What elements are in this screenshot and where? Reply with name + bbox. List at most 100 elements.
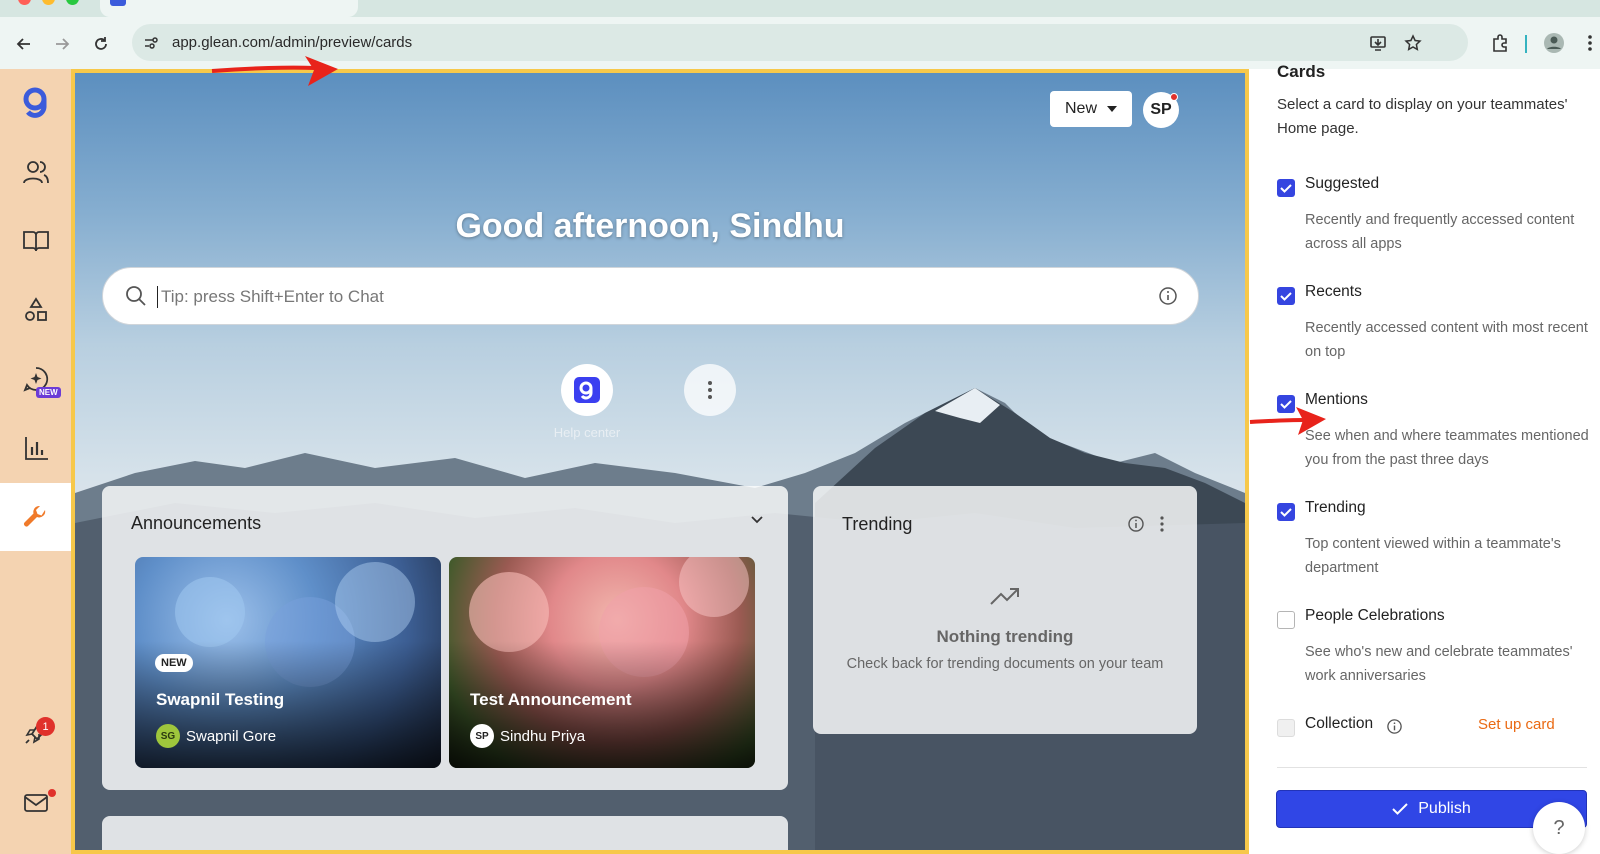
notification-dot [1170, 93, 1178, 101]
browser-menu-button[interactable] [1578, 31, 1600, 55]
author-avatar: SP [470, 724, 494, 748]
sidebar-item-insights[interactable] [0, 414, 71, 482]
puzzle-icon [1493, 34, 1507, 52]
announcements-card: Announcements NEW Swapnil Testing SG Swa… [102, 486, 788, 790]
announcement-item[interactable]: NEW Swapnil Testing SG Swapnil Gore [135, 557, 441, 768]
trending-title: Trending [842, 514, 913, 534]
announcement-author: SP Sindhu Priya [470, 724, 585, 748]
bookmark-star-icon[interactable] [1402, 32, 1424, 54]
help-center-shortcut[interactable] [561, 364, 613, 416]
trending-description: Top content viewed within a teammate's d… [1305, 536, 1561, 576]
help-button[interactable]: ? [1533, 802, 1585, 854]
recents-label: Recents [1305, 283, 1362, 300]
suggested-description: Recently and frequently accessed content… [1305, 212, 1575, 252]
glean-logo-icon [23, 87, 46, 118]
user-avatar-initials: SP [1150, 101, 1172, 118]
forward-button[interactable] [49, 31, 75, 57]
toolbar-separator [1525, 35, 1527, 53]
people-celebrations-label: People Celebrations [1305, 607, 1445, 624]
kebab-menu-icon[interactable] [1159, 515, 1165, 533]
suggested-checkbox[interactable] [1277, 179, 1295, 197]
announcements-title: Announcements [131, 513, 262, 533]
cards-panel-title: Cards [1277, 62, 1326, 81]
url-text[interactable]: app.glean.com/admin/preview/cards [172, 34, 412, 51]
set-up-card-link[interactable]: Set up card [1478, 716, 1555, 733]
announcement-item[interactable]: Test Announcement SP Sindhu Priya [449, 557, 755, 768]
kebab-menu-icon [1588, 35, 1592, 51]
maximize-window-dot[interactable] [66, 0, 79, 5]
back-button[interactable] [11, 31, 37, 57]
cards-settings-panel: Cards Select a card to display on your t… [1249, 62, 1600, 854]
announcement-title: Test Announcement [470, 690, 632, 709]
people-icon [22, 161, 49, 184]
sidebar-item-assistant[interactable]: NEW [0, 345, 71, 413]
recents-checkbox[interactable] [1277, 287, 1295, 305]
announcement-title: Swapnil Testing [156, 690, 285, 709]
minimize-window-dot[interactable] [42, 0, 55, 5]
shapes-icon [24, 297, 47, 321]
sidebar-item-whats-new[interactable]: 1 [0, 699, 71, 767]
chevron-down-icon[interactable] [750, 512, 764, 526]
sidebar-item-admin[interactable] [0, 483, 71, 551]
info-icon[interactable] [1386, 718, 1403, 735]
unread-dot [48, 789, 56, 797]
flower-petal-shape [175, 577, 245, 647]
reload-icon [95, 37, 107, 50]
kebab-menu-icon [708, 381, 712, 399]
checkmark-icon [1280, 292, 1292, 301]
people-celebrations-description: See who's new and celebrate teammates' w… [1305, 644, 1573, 684]
new-button-label: New [1064, 100, 1097, 117]
browser-tab-active[interactable] [100, 0, 358, 17]
next-card-partial [102, 816, 788, 850]
trending-card: Trending Nothing trending Check back for… [813, 486, 1197, 734]
search-bar[interactable] [102, 267, 1199, 325]
annotation-arrow-icon [211, 56, 338, 86]
trending-checkbox[interactable] [1277, 503, 1295, 521]
checkmark-icon [1280, 508, 1292, 517]
site-settings-icon[interactable] [140, 32, 162, 54]
profile-button[interactable] [1542, 31, 1566, 55]
people-celebrations-checkbox[interactable] [1277, 611, 1295, 629]
flower-petal-shape [469, 572, 549, 652]
info-icon[interactable] [1127, 515, 1145, 533]
trending-empty-hint: Check back for trending documents on you… [846, 656, 1164, 672]
author-name: Sindhu Priya [500, 727, 586, 745]
publish-label: Publish [1418, 800, 1471, 817]
extensions-button[interactable] [1488, 31, 1512, 55]
notification-count-badge: 1 [36, 717, 55, 736]
mail-icon [23, 794, 48, 812]
book-icon [22, 231, 49, 252]
glean-logo[interactable] [0, 69, 71, 137]
suggested-label: Suggested [1305, 175, 1380, 192]
wrench-icon [23, 505, 45, 527]
search-input[interactable] [161, 283, 1141, 311]
collection-checkbox [1277, 719, 1295, 737]
back-arrow-icon [16, 38, 30, 50]
user-avatar[interactable]: SP [1143, 92, 1179, 128]
sidebar-item-inbox[interactable] [0, 769, 71, 837]
browser-tab-strip [0, 0, 1600, 17]
announcement-author: SG Swapnil Gore [156, 724, 276, 748]
author-name: Swapnil Gore [186, 727, 277, 745]
more-shortcuts-button[interactable] [684, 364, 736, 416]
tab-favicon-icon [110, 0, 126, 6]
recents-description: Recently accessed content with most rece… [1305, 320, 1588, 360]
author-avatar: SG [156, 724, 180, 748]
forward-arrow-icon [56, 38, 70, 50]
install-app-icon[interactable] [1367, 32, 1389, 54]
bar-chart-icon [24, 437, 48, 460]
collection-label: Collection [1305, 715, 1374, 732]
home-preview: New SP Good afternoon, Sindhu Help cente… [71, 69, 1249, 854]
app-sidebar: NEW 1 [0, 69, 71, 854]
text-cursor [157, 286, 158, 308]
trending-empty-title: Nothing trending [936, 627, 1074, 646]
annotation-arrow-icon [1249, 407, 1326, 435]
sidebar-item-people[interactable] [0, 138, 71, 206]
close-window-dot[interactable] [18, 0, 31, 5]
sidebar-item-apps[interactable] [0, 276, 71, 344]
info-icon[interactable] [1158, 286, 1178, 306]
reload-button[interactable] [88, 31, 114, 57]
sidebar-item-knowledge[interactable] [0, 207, 71, 275]
new-badge: NEW [36, 387, 61, 398]
new-button[interactable]: New [1050, 91, 1132, 127]
